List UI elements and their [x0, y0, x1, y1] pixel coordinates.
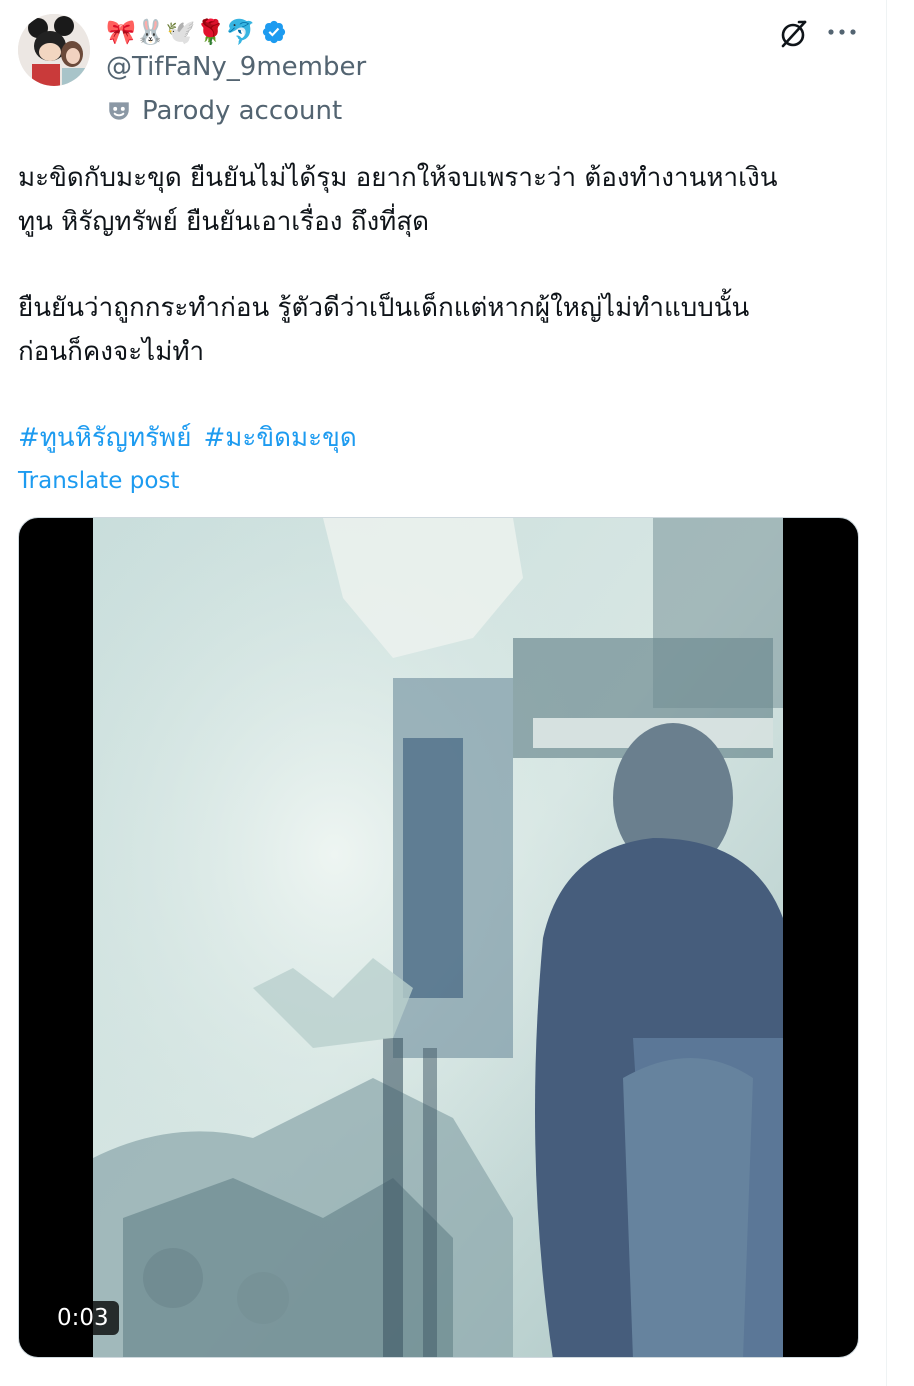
post-text-line: ทูน หิรัญทรัพย์ ยืนยันเอาเรื่อง ถึงที่สุ… [18, 207, 430, 237]
parody-mask-icon [109, 102, 129, 120]
parody-text: Parody account [142, 96, 343, 126]
hashtag-link[interactable]: #ทูนหิรัญทรัพย์ [18, 416, 191, 460]
video-duration: 0:03 [47, 1301, 119, 1335]
display-name-row[interactable]: 🎀🐰🕊️🌹🐬 [106, 14, 287, 50]
divider [886, 0, 887, 1386]
post-paragraph-1: มะขิดกับมะขุด ยืนยันไม่ได้รุม อยากให้จบเ… [18, 156, 878, 244]
grok-icon[interactable] [776, 16, 812, 52]
video-player[interactable]: 0:03 [18, 517, 859, 1358]
verified-badge-icon [263, 20, 286, 44]
avatar[interactable] [18, 14, 90, 86]
hashtag-link[interactable]: #มะขิดมะขุด [203, 416, 356, 460]
more-icon[interactable] [822, 16, 862, 48]
user-handle[interactable]: @TifFaNy_9member [106, 50, 366, 84]
tweet: 🎀🐰🕊️🌹🐬 @TifFaNy_9member Parody account ม… [0, 0, 914, 1386]
video-frame [93, 518, 783, 1357]
post-text-line: ยืนยันว่าถูกกระทำก่อน รู้ตัวดีว่าเป็นเด็… [18, 293, 750, 323]
hashtag-row: #ทูนหิรัญทรัพย์ #มะขิดมะขุด [18, 416, 357, 460]
post-text-line: ก่อนก็คงจะไม่ทำ [18, 337, 205, 367]
display-name[interactable]: 🎀🐰🕊️🌹🐬 [106, 16, 255, 48]
post-paragraph-2: ยืนยันว่าถูกกระทำก่อน รู้ตัวดีว่าเป็นเด็… [18, 286, 878, 374]
avatar-image [18, 14, 90, 86]
translate-post-link[interactable]: Translate post [18, 464, 179, 498]
parody-label: Parody account [106, 94, 342, 128]
post-text-line: มะขิดกับมะขุด ยืนยันไม่ได้รุม อยากให้จบเ… [18, 163, 778, 193]
